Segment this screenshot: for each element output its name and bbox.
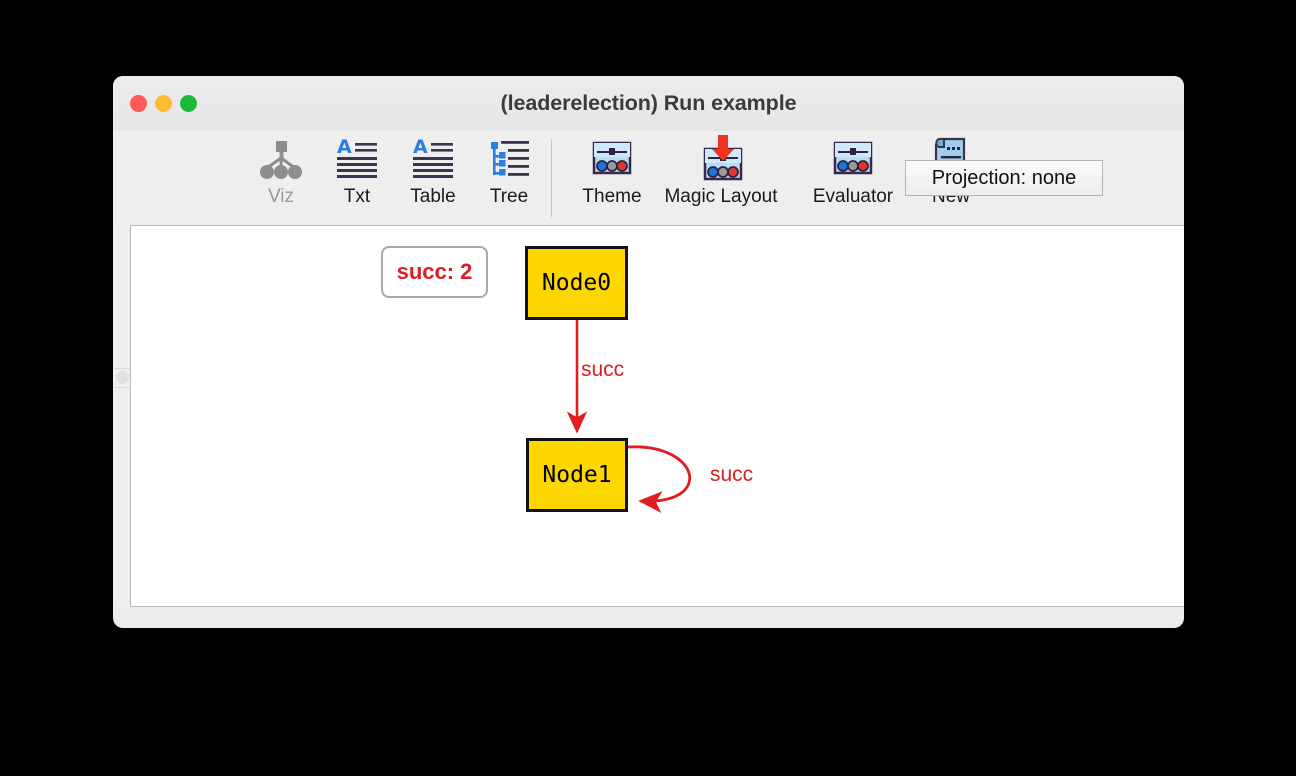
window-title: (leaderelection) Run example: [500, 91, 797, 115]
skolem-succ-label: succ: 2: [396, 259, 473, 284]
toolbar-button-txt[interactable]: A Txt: [319, 131, 395, 225]
tree-list-icon: [486, 135, 532, 183]
skolem-succ-box[interactable]: succ: 2: [381, 246, 488, 298]
splitter-line-top: [114, 368, 130, 369]
graph-node-node0[interactable]: Node0: [525, 246, 628, 320]
evaluator-panel-icon: [829, 135, 877, 183]
splitter-knob-icon[interactable]: [116, 371, 129, 384]
panel-splitter[interactable]: [114, 225, 131, 607]
title-bar: (leaderelection) Run example: [113, 76, 1184, 132]
svg-text:A: A: [337, 136, 352, 158]
magic-layout-arrow-icon: [691, 135, 751, 183]
text-lines-icon: A: [334, 135, 380, 183]
toolbar-view-group: Viz A Txt A Table Tree: [243, 131, 547, 225]
toolbar-label-tree: Tree: [489, 186, 529, 207]
edge-label-succ-node0-node1: succ: [581, 358, 625, 381]
graph-canvas[interactable]: [130, 225, 1184, 607]
toolbar-button-evaluator[interactable]: Evaluator: [791, 131, 915, 225]
graph-node-node1[interactable]: Node1: [526, 438, 628, 512]
svg-text:A: A: [413, 136, 428, 158]
toolbar-label-evaluator: Evaluator: [812, 186, 894, 207]
graph-node-label: Node1: [542, 462, 612, 488]
graph-tree-icon: [258, 135, 304, 183]
toolbar-button-viz[interactable]: Viz: [243, 131, 319, 225]
theme-panel-icon: [588, 135, 636, 183]
toolbar-label-table: Table: [410, 186, 456, 207]
splitter-line-bottom: [114, 387, 130, 388]
toolbar-button-table[interactable]: A Table: [395, 131, 471, 225]
toolbar-label-theme: Theme: [582, 186, 642, 207]
projection-status-field[interactable]: Projection: none: [905, 160, 1103, 196]
graph-node-label: Node0: [541, 270, 612, 296]
edge-label-succ-node1-self: succ: [710, 463, 754, 486]
toolbar-button-magic-layout[interactable]: Magic Layout: [651, 131, 791, 225]
toolbar-label-txt: Txt: [343, 186, 371, 207]
toolbar-button-theme[interactable]: Theme: [573, 131, 651, 225]
toolbar-separator: [551, 139, 552, 217]
toolbar-label-viz: Viz: [267, 186, 295, 207]
toolbar-label-magic-layout: Magic Layout: [664, 186, 778, 207]
toolbar-button-tree[interactable]: Tree: [471, 131, 547, 225]
text-lines-icon: A: [410, 135, 456, 183]
